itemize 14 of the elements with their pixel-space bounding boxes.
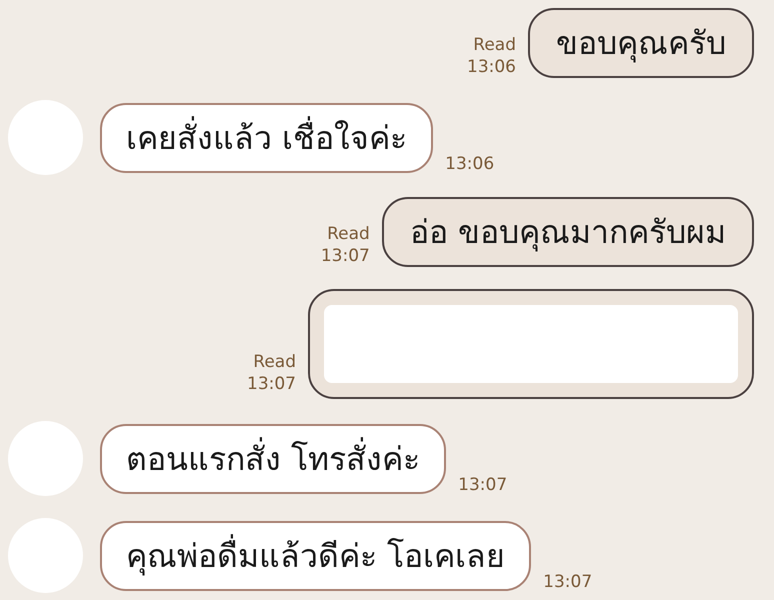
message-time: 13:06 bbox=[445, 153, 494, 175]
received-message-bubble: ตอนแรกสั่ง โทรสั่งค่ะ bbox=[100, 424, 446, 494]
read-receipt: Read bbox=[473, 34, 516, 56]
sent-message-bubble: ขอบคุณครับ bbox=[528, 8, 754, 78]
read-receipt: Read bbox=[327, 223, 370, 245]
message-time: 13:07 bbox=[247, 373, 296, 395]
read-receipt: Read bbox=[253, 351, 296, 373]
received-message-bubble: คุณพ่อดื่มแล้วดีค่ะ โอเคเลย bbox=[100, 520, 532, 590]
message-time: 13:07 bbox=[458, 474, 508, 496]
message-time: 13:07 bbox=[543, 571, 592, 593]
message-time: 13:06 bbox=[467, 56, 516, 78]
sent-message-bubble: อ่อ ขอบคุณมากครับผม bbox=[382, 197, 754, 267]
received-message-bubble: เคยสั่งแล้ว เชื่อใจค่ะ bbox=[100, 102, 434, 172]
message-time: 13:07 bbox=[320, 245, 370, 267]
